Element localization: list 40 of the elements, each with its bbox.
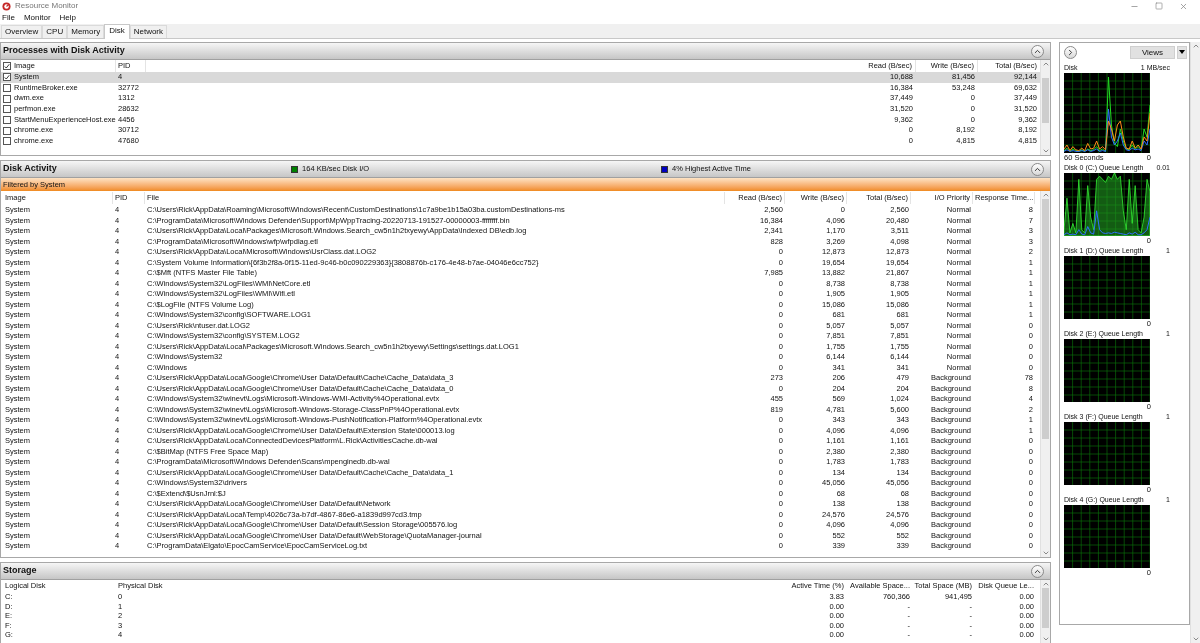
checkbox[interactable] <box>3 116 11 125</box>
collapse-button[interactable] <box>1031 44 1044 58</box>
tab[interactable]: Disk <box>104 24 130 39</box>
section-header[interactable]: Processes with Disk Activity <box>1 43 1050 60</box>
menu-item[interactable]: Monitor <box>23 12 51 24</box>
scrollbar[interactable] <box>1040 191 1050 557</box>
checkbox[interactable] <box>3 137 11 146</box>
section-title: Processes with Disk Activity <box>3 44 126 58</box>
checkbox[interactable] <box>3 94 11 103</box>
tab[interactable]: Memory <box>67 25 105 38</box>
menu-item[interactable]: Help <box>59 12 77 24</box>
chevron-down-icon <box>1191 635 1200 643</box>
section-title: Disk Activity <box>3 162 58 176</box>
chevron-up-icon <box>1191 42 1200 50</box>
menu-item[interactable]: File <box>2 12 15 24</box>
window-title: Resource Monitor <box>15 0 80 12</box>
checkbox[interactable] <box>3 73 11 82</box>
scrollbar[interactable] <box>1040 580 1050 643</box>
chevron-up-icon <box>1041 191 1050 199</box>
views-button[interactable]: Views <box>1130 45 1175 59</box>
checkbox[interactable] <box>3 84 11 93</box>
tab[interactable]: Network <box>129 25 168 38</box>
scrollbar[interactable] <box>1040 60 1050 155</box>
chevron-right-icon <box>1066 47 1075 57</box>
section-header[interactable]: Storage <box>1 563 1050 580</box>
expand-button[interactable] <box>1064 45 1077 59</box>
section-title: Storage <box>3 564 38 578</box>
caret-icon <box>1179 50 1185 54</box>
chevron-down-icon <box>1041 635 1050 643</box>
checkbox[interactable] <box>3 126 11 135</box>
collapse-button[interactable] <box>1031 564 1044 578</box>
checkbox[interactable] <box>3 105 11 114</box>
chevron-down-icon <box>1041 549 1050 557</box>
checkbox[interactable] <box>3 62 11 70</box>
views-dropdown-button[interactable] <box>1177 45 1187 59</box>
collapse-button[interactable] <box>1031 162 1044 176</box>
scrollbar[interactable] <box>1190 42 1200 643</box>
tab[interactable]: CPU <box>42 25 68 38</box>
chevron-down-icon <box>1041 147 1050 155</box>
tab[interactable]: Overview <box>1 25 43 38</box>
